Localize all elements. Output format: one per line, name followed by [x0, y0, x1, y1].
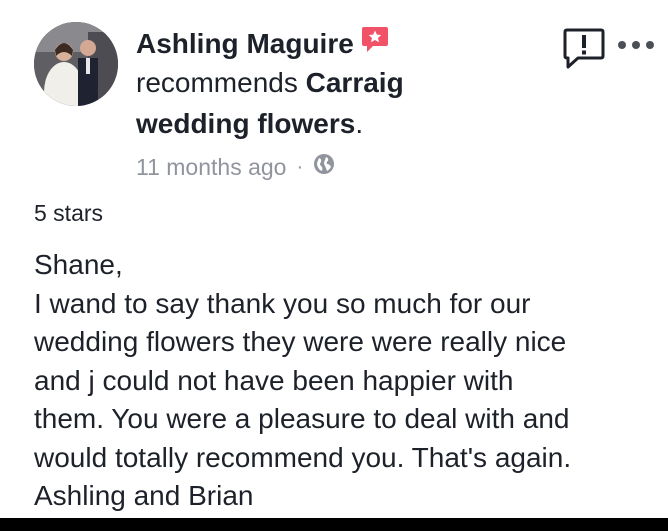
page-link[interactable]: Carraig [306, 67, 404, 98]
timestamp[interactable]: 11 months ago [136, 154, 286, 181]
recommendation-badge-icon [360, 25, 390, 62]
report-icon[interactable] [562, 26, 606, 75]
meta-separator: · [296, 155, 304, 178]
more-options-icon[interactable] [617, 38, 655, 56]
review-text: Shane, I wand to say thank you so much f… [34, 246, 662, 516]
post-meta: 11 months ago · [136, 153, 335, 181]
page-name-suffix: . [355, 108, 364, 139]
review-line: would totally recommend you. That's agai… [34, 441, 572, 473]
rating: 5 stars [34, 200, 104, 226]
review-line: I wand to say thank you so much for our [34, 287, 531, 319]
globe-icon [313, 153, 335, 181]
recommends-line: recommends Carraig [136, 67, 404, 99]
review-line: and j could not have been happier with [34, 364, 514, 396]
review-line: Shane, [34, 249, 123, 280]
review-line: Ashling and Brian [34, 480, 254, 511]
review-card: Ashling Maguire recommends Carraig weddi… [0, 0, 668, 518]
author-name[interactable]: Ashling Maguire [136, 28, 354, 59]
avatar[interactable] [34, 22, 118, 106]
review-line: them. You were a pleasure to deal with a… [34, 403, 570, 434]
bottom-bar [0, 518, 668, 531]
review-line: wedding flowers they were were really ni… [34, 326, 567, 357]
page-link-continued[interactable]: wedding flowers [136, 108, 355, 139]
recommends-verb: recommends [136, 67, 298, 98]
page-line-2: wedding flowers. [136, 108, 363, 140]
author-line: Ashling Maguire [136, 25, 390, 62]
